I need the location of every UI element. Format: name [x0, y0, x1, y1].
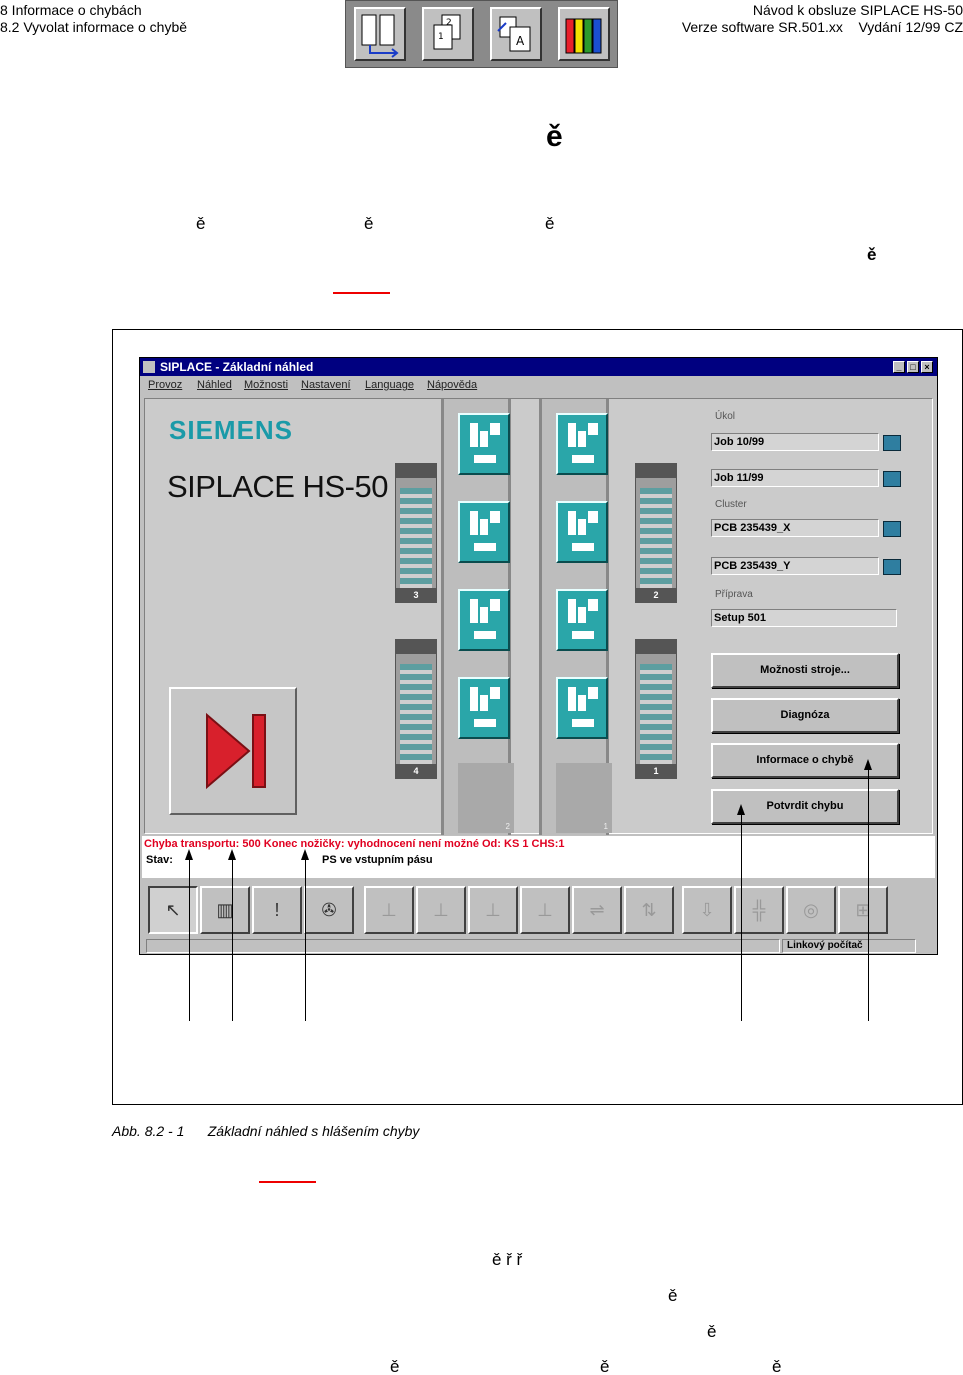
paragraph-fragment: ě	[668, 1286, 678, 1305]
figure-caption: Abb. 8.2 - 1 Základní náhled s hlášením …	[112, 1123, 419, 1139]
reference-underline[interactable]	[259, 1181, 316, 1183]
callout-arrowheads	[185, 759, 872, 860]
paragraph-fragment: ě	[772, 1357, 782, 1375]
figure-title: Základní náhled s hlášením chyby	[207, 1123, 420, 1139]
figure-number: Abb. 8.2 - 1	[112, 1123, 185, 1139]
paragraph-fragment: ě	[390, 1357, 400, 1375]
paragraph-fragment: ě	[707, 1322, 717, 1341]
paragraph-fragment: ě	[600, 1357, 610, 1375]
paragraph-fragment: ě ř ř	[492, 1250, 523, 1269]
